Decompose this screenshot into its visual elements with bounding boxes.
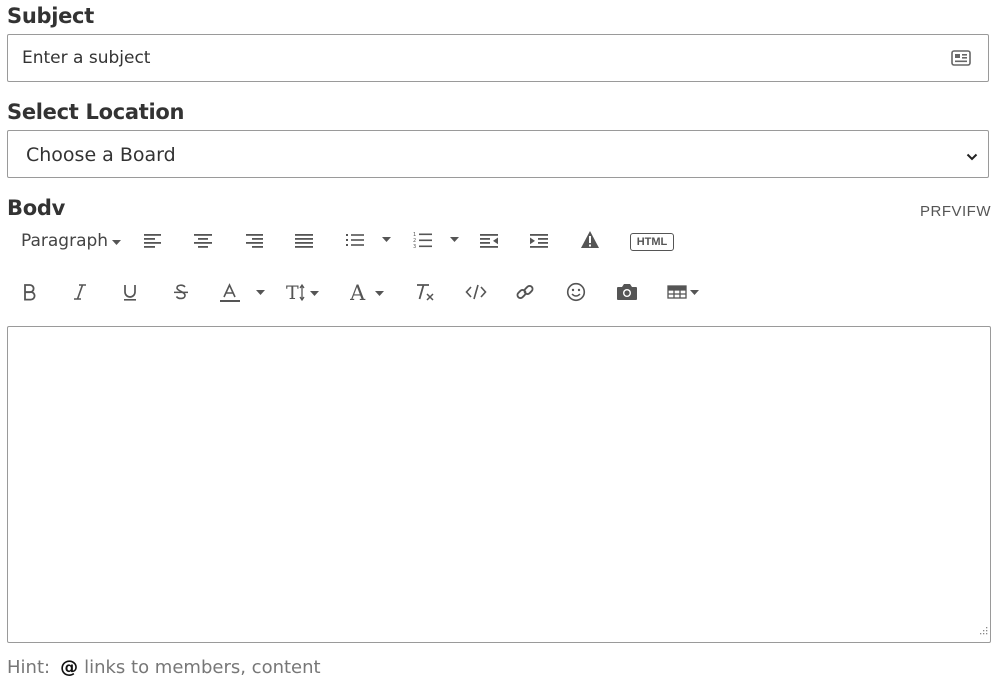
numbered-list-options-caret-icon[interactable]	[450, 237, 459, 243]
camera-icon[interactable]	[616, 282, 638, 301]
location-selected-value: Choose a Board	[26, 144, 176, 166]
font-color-caret-icon[interactable]	[256, 290, 265, 296]
at-symbol: @	[60, 657, 79, 678]
svg-text:T: T	[286, 282, 299, 302]
hint-prefix: Hint:	[7, 657, 51, 678]
body-label: Bodv	[7, 196, 65, 220]
table-icon[interactable]	[667, 284, 701, 300]
align-left-icon[interactable]	[143, 232, 163, 248]
bold-icon[interactable]	[22, 283, 36, 301]
caret-down-icon	[112, 231, 122, 251]
body-editor[interactable]	[7, 326, 991, 643]
text-size-icon[interactable]: T	[286, 282, 320, 302]
svg-text:3: 3	[413, 244, 416, 249]
strikethrough-icon[interactable]	[173, 283, 189, 301]
indent-icon[interactable]	[529, 232, 549, 248]
align-justify-icon[interactable]	[294, 232, 314, 248]
font-color-icon[interactable]	[220, 283, 240, 303]
location-select[interactable]: Choose a Board	[7, 130, 989, 178]
bulleted-list-icon[interactable]	[345, 232, 365, 248]
resize-grip-icon[interactable]	[978, 622, 988, 640]
font-family-icon[interactable]: A	[350, 282, 386, 302]
outdent-icon[interactable]	[479, 232, 499, 248]
svg-text:A: A	[350, 282, 366, 302]
clear-format-icon[interactable]	[414, 282, 436, 302]
align-center-icon[interactable]	[193, 232, 213, 248]
subject-input[interactable]	[22, 35, 922, 81]
numbered-list-icon[interactable]: 1 2 3	[413, 231, 433, 249]
subject-field[interactable]	[7, 34, 989, 82]
paragraph-format-label: Paragraph	[21, 231, 109, 251]
html-label: HTML	[636, 236, 668, 248]
italic-icon[interactable]	[72, 283, 88, 301]
bulleted-list-options-caret-icon[interactable]	[382, 237, 391, 243]
code-icon[interactable]	[465, 283, 487, 301]
chevron-down-icon	[966, 149, 978, 167]
emoji-icon[interactable]	[566, 282, 586, 302]
hint-text: links to members, content	[84, 657, 321, 678]
align-right-icon[interactable]	[244, 232, 264, 248]
underline-icon[interactable]	[122, 283, 138, 301]
preview-link[interactable]: PRFVIFW	[920, 203, 991, 220]
location-label: Select Location	[7, 100, 185, 124]
paragraph-format-dropdown[interactable]: Paragraph	[21, 230, 122, 252]
subject-label: Subject	[7, 4, 94, 28]
link-icon[interactable]	[515, 282, 535, 302]
warning-icon[interactable]	[580, 230, 600, 249]
html-icon[interactable]: HTML	[630, 233, 674, 251]
contact-card-icon[interactable]	[951, 50, 971, 71]
mention-hint: Hint: @ links to members, content	[7, 657, 321, 678]
